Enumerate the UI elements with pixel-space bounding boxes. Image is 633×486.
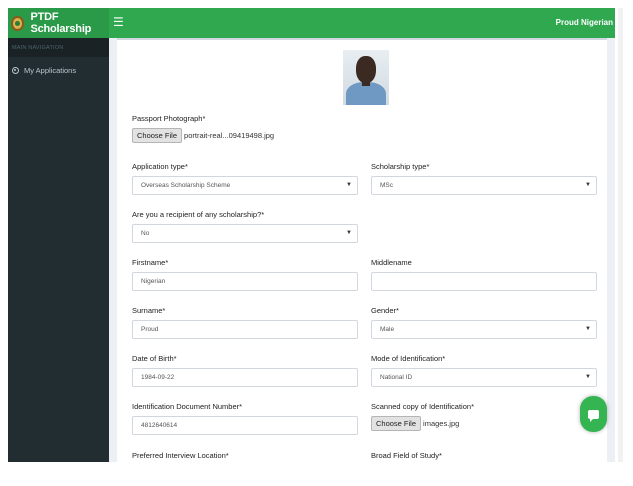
user-name[interactable]: Proud Nigerian: [556, 18, 613, 27]
page-scrollbar[interactable]: [618, 8, 623, 462]
passport-photo: [343, 50, 389, 108]
chevron-down-icon: ▼: [585, 374, 591, 380]
dob-label: Date of Birth*: [132, 354, 177, 363]
chevron-down-icon: ▼: [346, 230, 352, 236]
brand-title[interactable]: PTDF Scholarship: [30, 11, 109, 35]
chat-button[interactable]: [580, 396, 607, 432]
scholarship-type-select[interactable]: MSc ▼: [371, 176, 597, 195]
passport-file-input: Choose File portrait-real...09419498.jpg: [132, 128, 274, 143]
recipient-label: Are you a recipient of any scholarship?*: [132, 210, 265, 219]
middlename-label: Middlename: [371, 258, 412, 267]
chat-icon: [588, 409, 599, 422]
surname-input[interactable]: Proud: [132, 320, 358, 339]
chevron-down-icon: ▼: [585, 326, 591, 332]
sidebar-item-label: My Applications: [24, 66, 77, 75]
chevron-down-icon: ▼: [346, 182, 352, 188]
dob-input[interactable]: 1984-09-22: [132, 368, 358, 387]
application-type-select[interactable]: Overseas Scholarship Scheme ▼: [132, 176, 358, 195]
application-form: Passport Photograph* Choose File portrai…: [117, 38, 607, 462]
identification-mode-label: Mode of Identification*: [371, 354, 446, 363]
id-copy-file-name: images.jpg: [423, 419, 460, 428]
globe-icon: [12, 67, 19, 74]
nav-header: MAIN NAVIGATION: [8, 38, 109, 57]
id-copy-choose-file-button[interactable]: Choose File: [371, 416, 422, 431]
app-frame: PTDF Scholarship ☰ Proud Nigerian MAIN N…: [8, 8, 615, 462]
sidebar-item-my-applications[interactable]: My Applications: [8, 57, 109, 84]
application-type-label: Application type*: [132, 162, 188, 171]
gender-select[interactable]: Male ▼: [371, 320, 597, 339]
passport-label: Passport Photograph*: [132, 114, 206, 123]
middlename-input[interactable]: [371, 272, 597, 291]
scholarship-type-label: Scholarship type*: [371, 162, 430, 171]
gender-label: Gender*: [371, 306, 399, 315]
id-number-label: Identification Document Number*: [132, 402, 243, 411]
firstname-input[interactable]: Nigerian: [132, 272, 358, 291]
logo-area[interactable]: PTDF Scholarship: [8, 8, 109, 38]
field-of-study-label: Broad Field of Study*: [371, 451, 442, 460]
top-navbar: PTDF Scholarship ☰ Proud Nigerian: [8, 8, 615, 38]
id-number-input[interactable]: 4812640614: [132, 416, 358, 435]
id-copy-file-input: Choose File images.jpg: [371, 416, 459, 431]
ptdf-logo-icon: [11, 15, 25, 31]
chevron-down-icon: ▼: [585, 182, 591, 188]
passport-choose-file-button[interactable]: Choose File: [132, 128, 183, 143]
surname-label: Surname*: [132, 306, 166, 315]
firstname-label: Firstname*: [132, 258, 169, 267]
main-content: Passport Photograph* Choose File portrai…: [109, 38, 615, 462]
sidebar: MAIN NAVIGATION My Applications: [8, 38, 109, 462]
passport-file-name: portrait-real...09419498.jpg: [184, 131, 275, 140]
id-copy-label: Scanned copy of Identification*: [371, 402, 474, 411]
recipient-select[interactable]: No ▼: [132, 224, 358, 243]
hamburger-icon[interactable]: ☰: [113, 15, 124, 29]
interview-location-label: Preferred Interview Location*: [132, 451, 229, 460]
identification-mode-select[interactable]: National ID ▼: [371, 368, 597, 387]
